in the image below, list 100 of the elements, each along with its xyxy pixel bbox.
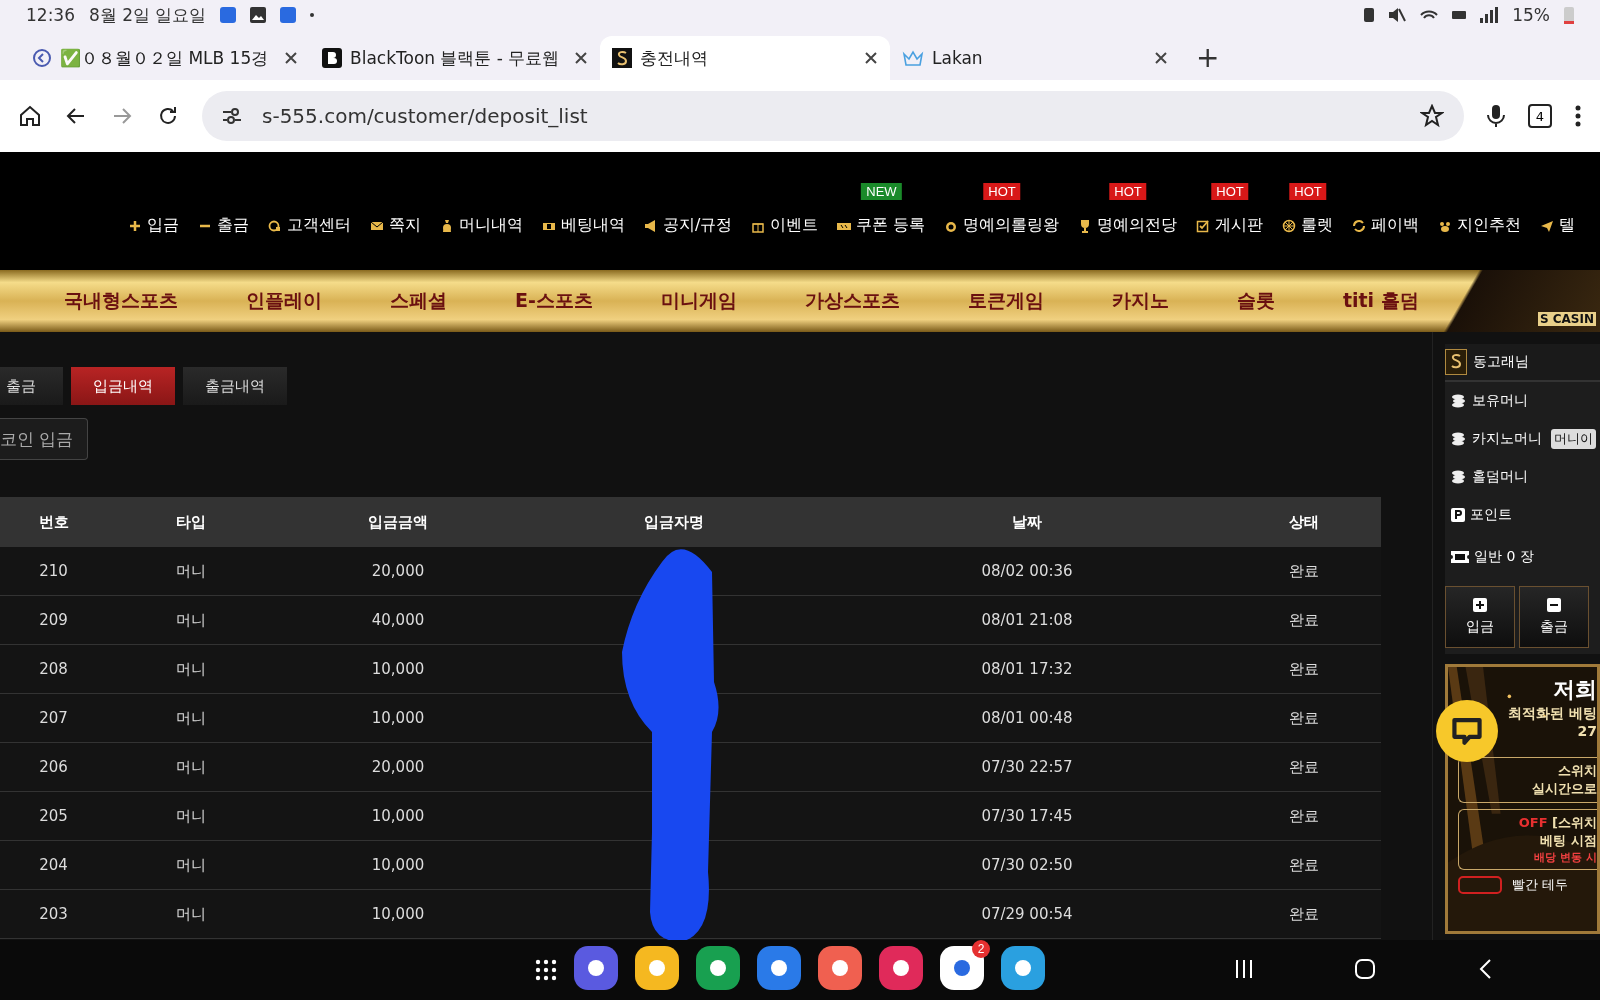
crown-icon [902, 50, 924, 66]
address-bar[interactable]: s-555.com/customer/deposit_list [202, 91, 1464, 141]
browser-tab[interactable]: ✅０８월０２일 MLB 15경 [20, 36, 310, 80]
game-menu-item[interactable]: titi 홀덤 [1308, 288, 1453, 314]
table-cell-text: 210 [38, 562, 69, 580]
game-menu-item[interactable]: 카지노 [1077, 288, 1203, 314]
status-date: 8월 2일 일요일 [89, 3, 207, 27]
game-menu-item[interactable]: 미니게임 [626, 288, 771, 314]
top-menu-link[interactable]: 명예의롤링왕 [963, 215, 1060, 236]
menu-icon [1282, 218, 1297, 233]
column-header: 입금자명 [643, 512, 705, 532]
table-cell-text: 완료 [1288, 610, 1320, 630]
table-cell-text: 완료 [1288, 757, 1320, 777]
banner-off-label: OFF [1518, 815, 1548, 830]
menu-badge: HOT [1211, 183, 1249, 200]
top-menu-link[interactable]: 입금 [147, 215, 179, 236]
coins-icon [1451, 394, 1467, 408]
banner-warning: 배당 변동 시 [1533, 850, 1597, 865]
table-cell-text: 완료 [1288, 561, 1320, 581]
game-menu-item[interactable]: 스페셜 [356, 288, 481, 314]
column-header: 날짜 [1011, 512, 1043, 532]
table-cell-text: 완료 [1288, 904, 1320, 924]
table-cell-text: 완료 [1288, 708, 1320, 728]
table-cell-text: 20,000 [370, 758, 426, 776]
wallet-label: 카지노머니 [1472, 430, 1542, 448]
recent-apps-icon[interactable] [1234, 958, 1254, 980]
sub-tab[interactable]: 출금 [0, 367, 63, 405]
username: 동고래님 [1473, 353, 1529, 371]
browser-tab[interactable]: 충전내역 [600, 36, 890, 80]
browser-tab[interactable]: BlackToon 블랙툰 - 무료웹 [310, 36, 600, 80]
game-menu-item[interactable]: 인플레이 [212, 288, 356, 314]
close-icon[interactable] [574, 51, 588, 65]
top-menu-link[interactable]: 페이백 [1371, 215, 1420, 236]
sub-tab[interactable]: 입금내역 [71, 367, 175, 405]
promo-banner[interactable]: 저희 최적화된 베팅 27 스위치 실시간으로 OFF [스위치 베팅 시점 배당 변동 시 빨간 테두 [1445, 664, 1600, 934]
top-menu-link[interactable]: 쿠폰 등록 [856, 215, 926, 236]
wallet-label: 홀덤머니 [1472, 468, 1528, 486]
top-menu-link[interactable]: 고객센터 [287, 215, 351, 236]
menu-icon [440, 218, 454, 233]
top-menu-link[interactable]: 출금 [217, 215, 249, 236]
sub-tab[interactable]: 출금내역 [183, 367, 287, 405]
home-icon[interactable] [18, 104, 42, 128]
gallery-icon [250, 7, 267, 23]
close-icon[interactable] [284, 51, 298, 65]
menu-icon [128, 218, 142, 233]
game-menu-item[interactable]: 가상스포츠 [770, 288, 934, 314]
top-menu-link[interactable]: 텔 [1559, 215, 1576, 236]
close-icon[interactable] [864, 51, 878, 65]
chat-bubble-icon[interactable] [1436, 700, 1498, 762]
table-cell-text: 209 [38, 611, 69, 629]
table-cell-text: 208 [38, 660, 69, 678]
column-header: 타입 [175, 512, 207, 532]
table-cell-text: 07/30 22:57 [980, 758, 1074, 776]
signal-icon [1480, 7, 1499, 23]
coin-deposit-button[interactable]: 코인 입금 [0, 418, 88, 460]
game-menu-item[interactable]: 국내형스포츠 [64, 288, 212, 314]
notification-badge: 2 [972, 940, 990, 958]
app-grid-icon[interactable] [535, 959, 557, 981]
top-menu-link[interactable]: 명예의전당 [1097, 215, 1178, 236]
game-menu-item[interactable]: 슬롯 [1202, 288, 1309, 314]
top-menu-link[interactable]: 지인추천 [1457, 215, 1522, 236]
menu-icon [1196, 218, 1211, 233]
game-menu-item[interactable]: 토큰게임 [933, 288, 1078, 314]
game-menu-item[interactable]: E-스포츠 [481, 288, 627, 314]
new-tab-button[interactable]: + [1180, 41, 1236, 80]
battery-percent: 15% [1512, 5, 1550, 25]
wallet-button[interactable]: 출금 [1519, 586, 1589, 648]
banner-text: 베팅 시점 [1539, 832, 1597, 850]
top-menu-link[interactable]: 룰렛 [1301, 215, 1334, 236]
back-icon[interactable] [1478, 958, 1492, 980]
table-cell-text: 204 [38, 856, 69, 874]
more-menu-icon[interactable] [1574, 104, 1582, 128]
microphone-icon[interactable] [1486, 104, 1506, 128]
top-menu-link[interactable]: 머니내역 [459, 215, 523, 236]
wallet-label: 포인트 [1470, 506, 1512, 524]
banner-text: 스위치 [1557, 762, 1597, 780]
browser-tab[interactable]: Lakan [890, 36, 1180, 80]
wallet-button[interactable]: 입금 [1445, 586, 1515, 648]
banner-text: 빨간 테두 [1512, 876, 1569, 894]
close-icon[interactable] [1154, 51, 1168, 65]
column-header: 번호 [37, 512, 70, 532]
table-cell-text: 08/02 00:36 [980, 562, 1074, 580]
top-menu-link[interactable]: 쪽지 [389, 215, 421, 236]
star-icon[interactable] [1420, 104, 1444, 128]
table-cell-text: 07/29 00:54 [980, 905, 1074, 923]
table-cell-text: 완료 [1288, 855, 1320, 875]
tab-count-button[interactable]: 4 [1528, 104, 1552, 128]
table-cell-text: 203 [38, 905, 69, 923]
mute-icon [1388, 7, 1407, 23]
top-menu-link[interactable]: 베팅내역 [561, 215, 625, 236]
site-logo-icon [1445, 349, 1467, 375]
top-menu-link[interactable]: 이벤트 [770, 215, 819, 236]
home-button-icon[interactable] [1354, 958, 1376, 980]
money-transfer-button[interactable]: 머니이 [1551, 429, 1596, 449]
menu-badge: HOT [1289, 183, 1327, 200]
top-menu-link[interactable]: 게시판 [1215, 215, 1264, 236]
top-menu-link[interactable]: 공지/규정 [663, 215, 733, 236]
menu-icon [1540, 218, 1555, 233]
menu-icon [644, 218, 658, 233]
column-header: 상태 [1288, 512, 1320, 532]
